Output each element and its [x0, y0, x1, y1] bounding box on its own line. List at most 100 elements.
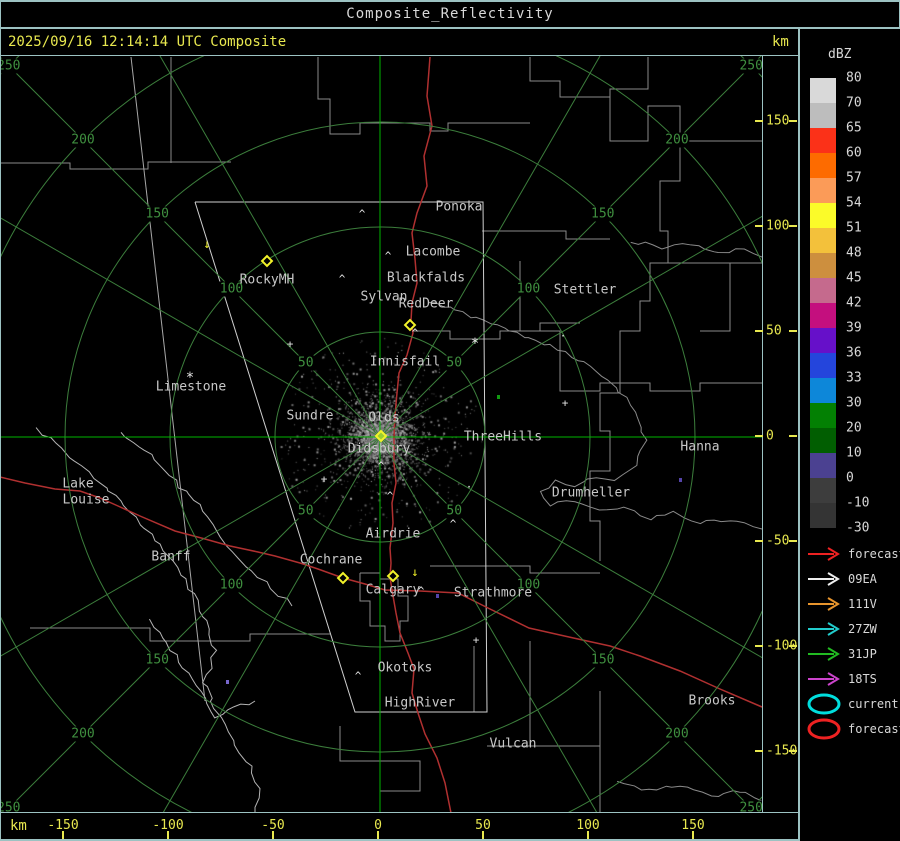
legend-item-forecast: forecast	[800, 717, 900, 741]
right-axis-tick-mark	[755, 750, 763, 752]
precip-echo-pixel	[226, 680, 229, 684]
city-label-ponoka: Ponoka	[435, 199, 483, 215]
dbz-scale-block	[810, 453, 836, 478]
dbz-scale-value: -10	[846, 495, 870, 511]
city-label-lacombe: Lacombe	[405, 244, 461, 260]
right-axis-tick-mark	[789, 750, 797, 752]
legend-item-label: 31JP	[848, 647, 877, 661]
cell-caret-marker: ^	[384, 249, 392, 263]
dbz-scale-value: 57	[846, 170, 862, 186]
bottom-axis-tick-mark	[62, 831, 64, 839]
bottom-axis-tick-mark	[377, 831, 379, 839]
dbz-scale-block	[810, 153, 836, 178]
window-title: Composite_Reflectivity	[346, 6, 554, 22]
legend-arrow-icon	[808, 622, 840, 636]
legend-arrow-icon	[808, 647, 840, 661]
dbz-scale-block	[810, 403, 836, 428]
right-axis-tick-mark	[789, 540, 797, 542]
dbz-scale-value: 60	[846, 145, 862, 161]
range-ring-label: 200	[664, 132, 690, 148]
legend-item-31JP: 31JP	[800, 642, 900, 666]
range-ring-label: 50	[296, 503, 315, 519]
dbz-scale-value: 48	[846, 245, 862, 261]
right-axis-tick-mark	[755, 225, 763, 227]
legend-ellipse-icon	[807, 693, 841, 715]
forecast-motion-arrow: ↓	[411, 565, 419, 579]
city-label-calgary: Calgary	[365, 582, 421, 598]
radar-application-window: Composite_Reflectivity 2025/09/16 12:14:…	[0, 0, 900, 841]
right-axis-tick-label: 0	[766, 428, 774, 444]
dbz-scale-value: 0	[846, 470, 854, 486]
range-ring-label: 150	[589, 206, 616, 222]
range-ring-label: 200	[70, 132, 96, 148]
cell-plus-marker: +	[561, 396, 569, 410]
bottom-axis-unit-label: km	[10, 818, 27, 834]
right-axis-unit-label: km	[772, 34, 789, 50]
legend-item-label: 111V	[848, 597, 877, 611]
range-ring-label: 150	[144, 652, 170, 668]
forecast-motion-arrow: ↓	[203, 237, 211, 251]
cell-caret-marker: ^	[386, 489, 394, 503]
legend-item-forecast: forecast	[800, 542, 900, 566]
bottom-axis-tick-mark	[692, 831, 694, 839]
legend-item-label: 18TS	[848, 672, 877, 686]
dbz-scale-block	[810, 78, 836, 103]
dbz-scale-block	[810, 278, 836, 303]
city-label-blackfalds: Blackfalds	[386, 270, 466, 286]
legend-item-current: current	[800, 692, 900, 716]
range-ring-label: 50	[445, 355, 464, 371]
title-bar: Composite_Reflectivity	[0, 0, 900, 27]
city-label-highriver: HighRiver	[384, 695, 456, 711]
radar-map-viewport[interactable]: 50 50 50 50 100 100 100 100 150 150 150 150 200 200 20…	[1, 56, 762, 812]
dbz-scale-value: -30	[846, 520, 870, 536]
right-axis-tick-mark	[789, 645, 797, 647]
precip-echo-pixel	[679, 478, 682, 482]
range-ring-label: 250	[738, 800, 762, 812]
dbz-scale-value: 42	[846, 295, 862, 311]
legend-arrow-icon	[808, 572, 840, 586]
dbz-scale-value: 45	[846, 270, 862, 286]
bottom-axis-tick-mark	[587, 831, 589, 839]
dbz-scale-block	[810, 503, 836, 528]
city-label-banff: Banff	[151, 549, 191, 565]
cell-plus-marker: +	[472, 633, 480, 647]
right-axis-tick-mark	[755, 120, 763, 122]
legend-item-18TS: 18TS	[800, 667, 900, 691]
dbz-scale-block	[810, 378, 836, 403]
legend-item-label: 27ZW	[848, 622, 877, 636]
cell-asterisk-marker: *	[185, 370, 195, 386]
right-axis-tick-mark	[789, 435, 797, 437]
cell-caret-marker: ^	[377, 459, 385, 473]
city-label-vulcan: Vulcan	[489, 736, 537, 752]
right-axis-tick-label: 100	[766, 218, 790, 234]
city-label-threehills: ThreeHills	[463, 429, 543, 445]
map-bottom-border	[0, 812, 798, 813]
bottom-axis-tick-mark	[482, 831, 484, 839]
dbz-scale-block	[810, 178, 836, 203]
map-right-border	[762, 55, 763, 813]
dbz-scale-value: 33	[846, 370, 862, 386]
right-axis-tick-mark	[755, 330, 763, 332]
city-label-lake: Lake	[62, 476, 94, 492]
dbz-scale-block	[810, 253, 836, 278]
dbz-scale-block	[810, 353, 836, 378]
legend-ellipse-icon	[807, 718, 841, 740]
dbz-scale-value: 36	[846, 345, 862, 361]
dbz-scale-block	[810, 228, 836, 253]
scale-title: dBZ	[828, 47, 852, 62]
dbz-scale-value: 10	[846, 445, 862, 461]
city-label-stettler: Stettler	[553, 282, 617, 298]
precip-echo-pixel	[436, 594, 439, 598]
dbz-scale-block	[810, 428, 836, 453]
city-label-cochrane: Cochrane	[299, 552, 363, 568]
range-ring-label: 50	[445, 503, 464, 519]
timestamp-label: 2025/09/16 12:14:14 UTC Composite	[8, 34, 287, 50]
legend-item-111V: 111V	[800, 592, 900, 616]
right-axis-tick-mark	[755, 540, 763, 542]
legend-arrow-icon	[808, 672, 840, 686]
cell-dot-marker: ·	[559, 329, 567, 343]
legend-arrow-icon	[808, 597, 840, 611]
range-ring-label: 50	[296, 355, 315, 371]
city-label-drumheller: Drumheller	[551, 485, 631, 501]
city-label-sundre: Sundre	[286, 408, 334, 424]
